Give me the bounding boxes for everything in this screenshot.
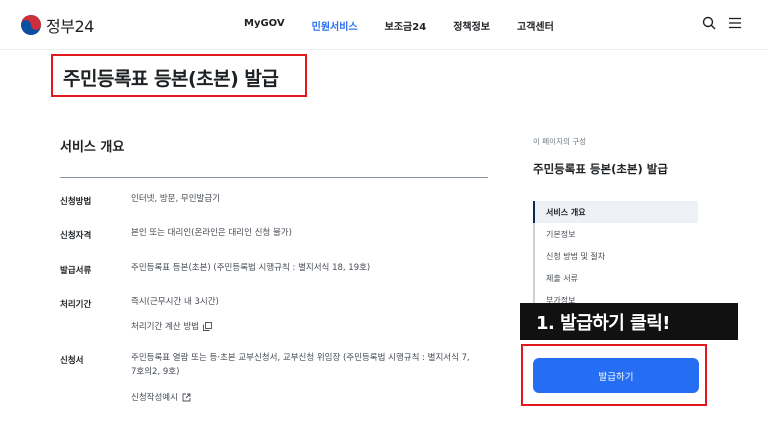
- external-link-icon: [182, 393, 191, 401]
- label-processing-time: 처리기간: [60, 300, 92, 310]
- label-eligibility: 신청자격: [60, 231, 92, 241]
- nav-item-customer-center[interactable]: 고객센터: [517, 18, 554, 33]
- title-highlight-box: 주민등록표 등본(초본) 발급: [51, 54, 307, 97]
- toc-list: 서비스 개요 기본정보 신청 방법 및 절차 제출 서류 부가정보: [533, 201, 698, 311]
- nav-item-civil-service[interactable]: 민원서비스: [312, 18, 358, 33]
- processing-time-calc-label: 처리기간 계산 방법: [131, 322, 199, 332]
- value-application-form-line1: 주민등록표 열람 또는 등·초본 교부신청서, 교부신청 위임장 (주민등록법 …: [131, 353, 470, 363]
- toc-item-overview[interactable]: 서비스 개요: [533, 201, 698, 223]
- toc-item-basic-info[interactable]: 기본정보: [535, 223, 698, 245]
- site-header: 정부24 MyGOV 민원서비스 보조금24 정책정보 고객센터: [0, 0, 768, 50]
- value-application-form-line2: 7호의2, 9호): [131, 367, 180, 377]
- label-documents: 발급서류: [60, 266, 92, 276]
- logo[interactable]: 정부24: [20, 13, 94, 37]
- overview-title: 서비스 개요: [60, 140, 125, 155]
- toc-title: 주민등록표 등본(초본) 발급: [533, 162, 668, 176]
- copy-icon: [203, 321, 212, 331]
- nav-item-subsidy24[interactable]: 보조금24: [385, 18, 427, 33]
- nav-item-policy-info[interactable]: 정책정보: [453, 18, 490, 33]
- value-eligibility: 본인 또는 대리인(온라인은 대리인 신청 불가): [131, 228, 292, 238]
- divider: [60, 177, 488, 178]
- logo-text: 정부24: [46, 17, 94, 36]
- toc-caption: 이 페이지의 구성: [533, 137, 587, 146]
- callout-text: 1. 발급하기 클릭!: [536, 313, 670, 334]
- apply-highlight-box: 발급하기: [521, 344, 707, 406]
- value-method: 인터넷, 방문, 무인발급기: [131, 194, 221, 204]
- processing-time-calc-link[interactable]: 처리기간 계산 방법: [131, 320, 212, 332]
- application-example-link[interactable]: 신청작성예시: [131, 391, 191, 403]
- toc-item-documents[interactable]: 제출 서류: [535, 267, 698, 289]
- taegeuk-logo-icon: [21, 15, 41, 35]
- label-application-form: 신청서: [60, 356, 84, 366]
- instruction-callout: 1. 발급하기 클릭!: [520, 303, 738, 340]
- main-nav: MyGOV 민원서비스 보조금24 정책정보 고객센터: [244, 18, 581, 33]
- search-icon[interactable]: [702, 16, 716, 30]
- label-method: 신청방법: [60, 197, 92, 207]
- header-icons: [702, 16, 742, 30]
- value-documents: 주민등록표 등본(초본) (주민등록법 시행규칙 : 별지서식 18, 19호): [131, 263, 371, 273]
- value-processing-time: 즉시(근무시간 내 3시간): [131, 297, 219, 307]
- application-example-label: 신청작성예시: [131, 393, 178, 403]
- apply-button[interactable]: 발급하기: [533, 358, 699, 393]
- toc-item-method-procedure[interactable]: 신청 방법 및 절차: [535, 245, 698, 267]
- nav-item-mygov[interactable]: MyGOV: [244, 18, 285, 33]
- page-title: 주민등록표 등본(초본) 발급: [63, 68, 279, 90]
- hamburger-menu-icon[interactable]: [728, 16, 742, 30]
